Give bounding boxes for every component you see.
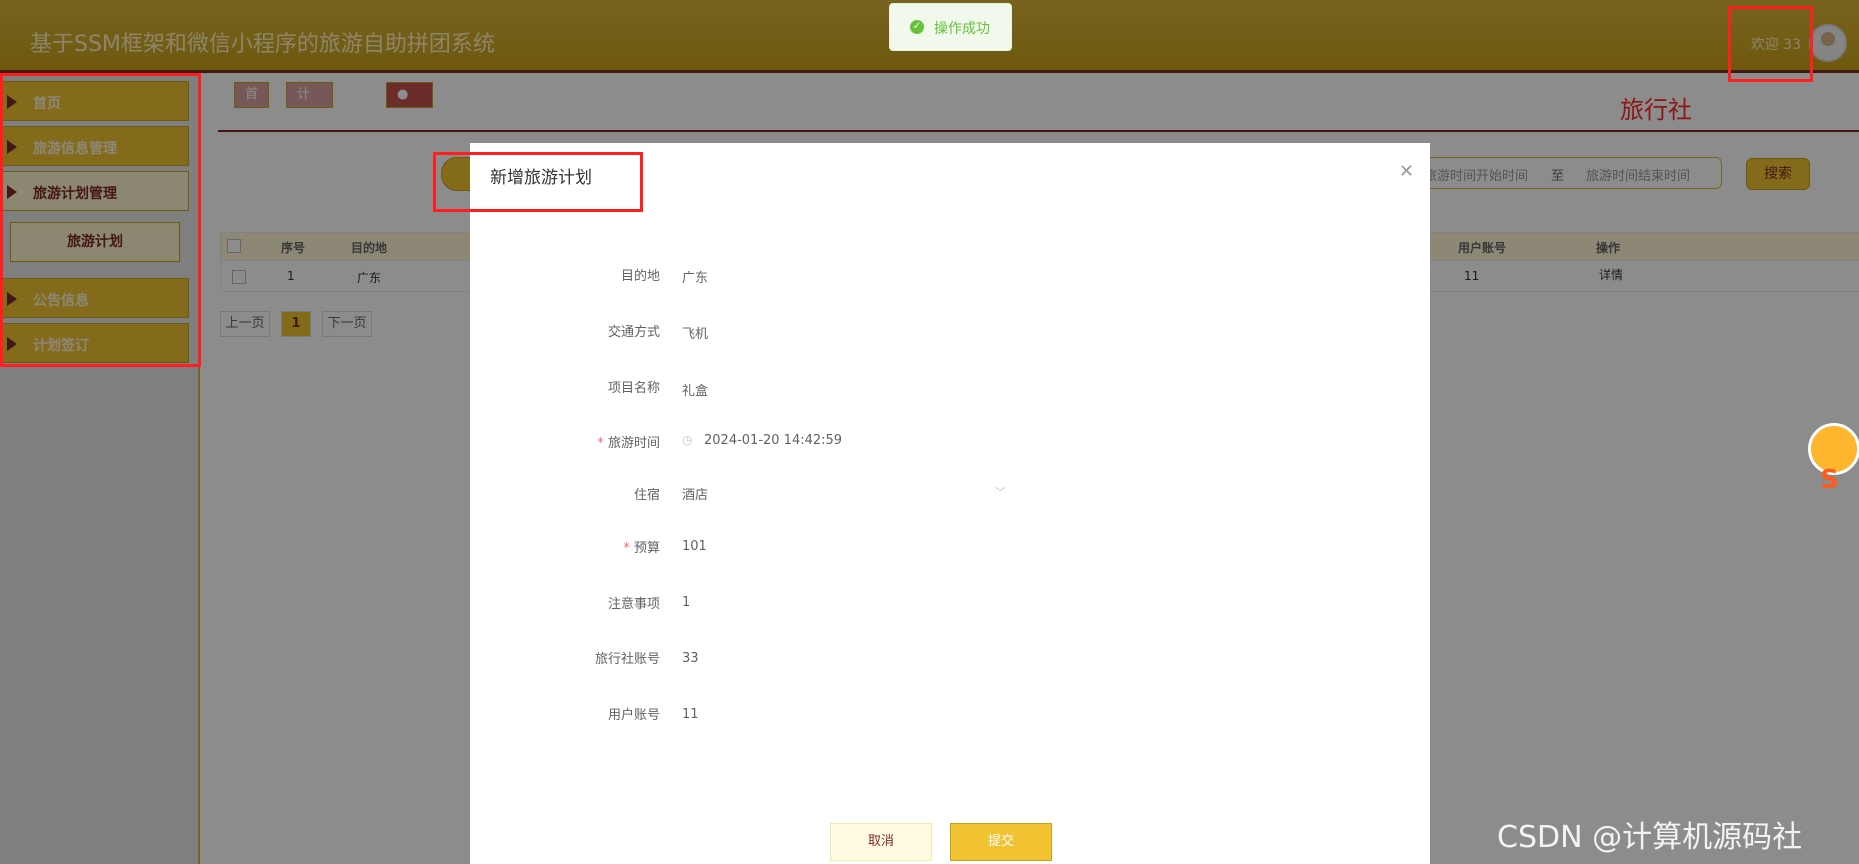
field-label-accommodation: 住宿: [633, 488, 660, 503]
watermark: CSDN @计算机源码社: [1497, 820, 1803, 855]
field-transport[interactable]: 飞机: [682, 323, 708, 342]
field-label-budget: * 预算: [470, 537, 660, 556]
cancel-button[interactable]: 取消: [830, 823, 932, 861]
field-user-account[interactable]: 11: [682, 707, 699, 722]
success-toast: ✓ 操作成功: [889, 3, 1012, 51]
field-label-user-account: 用户账号: [607, 708, 660, 723]
field-label-notes: 注意事项: [607, 597, 660, 612]
field-budget[interactable]: 101: [682, 539, 707, 554]
field-travel-time[interactable]: 2024-01-20 14:42:59: [704, 433, 842, 448]
highlight-dialog-title: [433, 152, 643, 212]
field-accommodation[interactable]: 酒店: [682, 484, 708, 503]
field-destination[interactable]: 广东: [682, 267, 708, 286]
required-mark: *: [623, 541, 634, 556]
clock-icon: ◷: [682, 433, 693, 447]
field-label-transport: 交通方式: [607, 325, 660, 340]
submit-button[interactable]: 提交: [950, 823, 1052, 861]
chevron-down-icon[interactable]: ﹀: [995, 484, 1006, 500]
field-label-project: 项目名称: [607, 381, 660, 396]
field-notes[interactable]: 1: [682, 595, 690, 610]
field-label-agency-account: 旅行社账号: [594, 652, 660, 667]
field-agency-account[interactable]: 33: [682, 651, 699, 666]
highlight-sidebar: [0, 73, 201, 367]
close-icon[interactable]: ✕: [1399, 161, 1414, 182]
required-mark: *: [597, 436, 608, 451]
field-label-travel-time: * 旅游时间: [470, 432, 660, 451]
highlight-welcome: [1728, 6, 1813, 82]
add-plan-dialog: 新增旅游计划 ✕ 目的地 广东 交通方式 飞机 项目名称 礼盒 * 旅游时间 ◷…: [470, 143, 1430, 864]
toast-message: 操作成功: [934, 21, 990, 37]
field-project[interactable]: 礼盒: [682, 380, 708, 399]
sogou-logo-icon: S: [1820, 465, 1839, 495]
label-text: 旅游时间: [607, 436, 660, 451]
check-icon: ✓: [910, 20, 924, 34]
label-text: 预算: [633, 541, 660, 556]
field-label-destination: 目的地: [620, 269, 660, 284]
